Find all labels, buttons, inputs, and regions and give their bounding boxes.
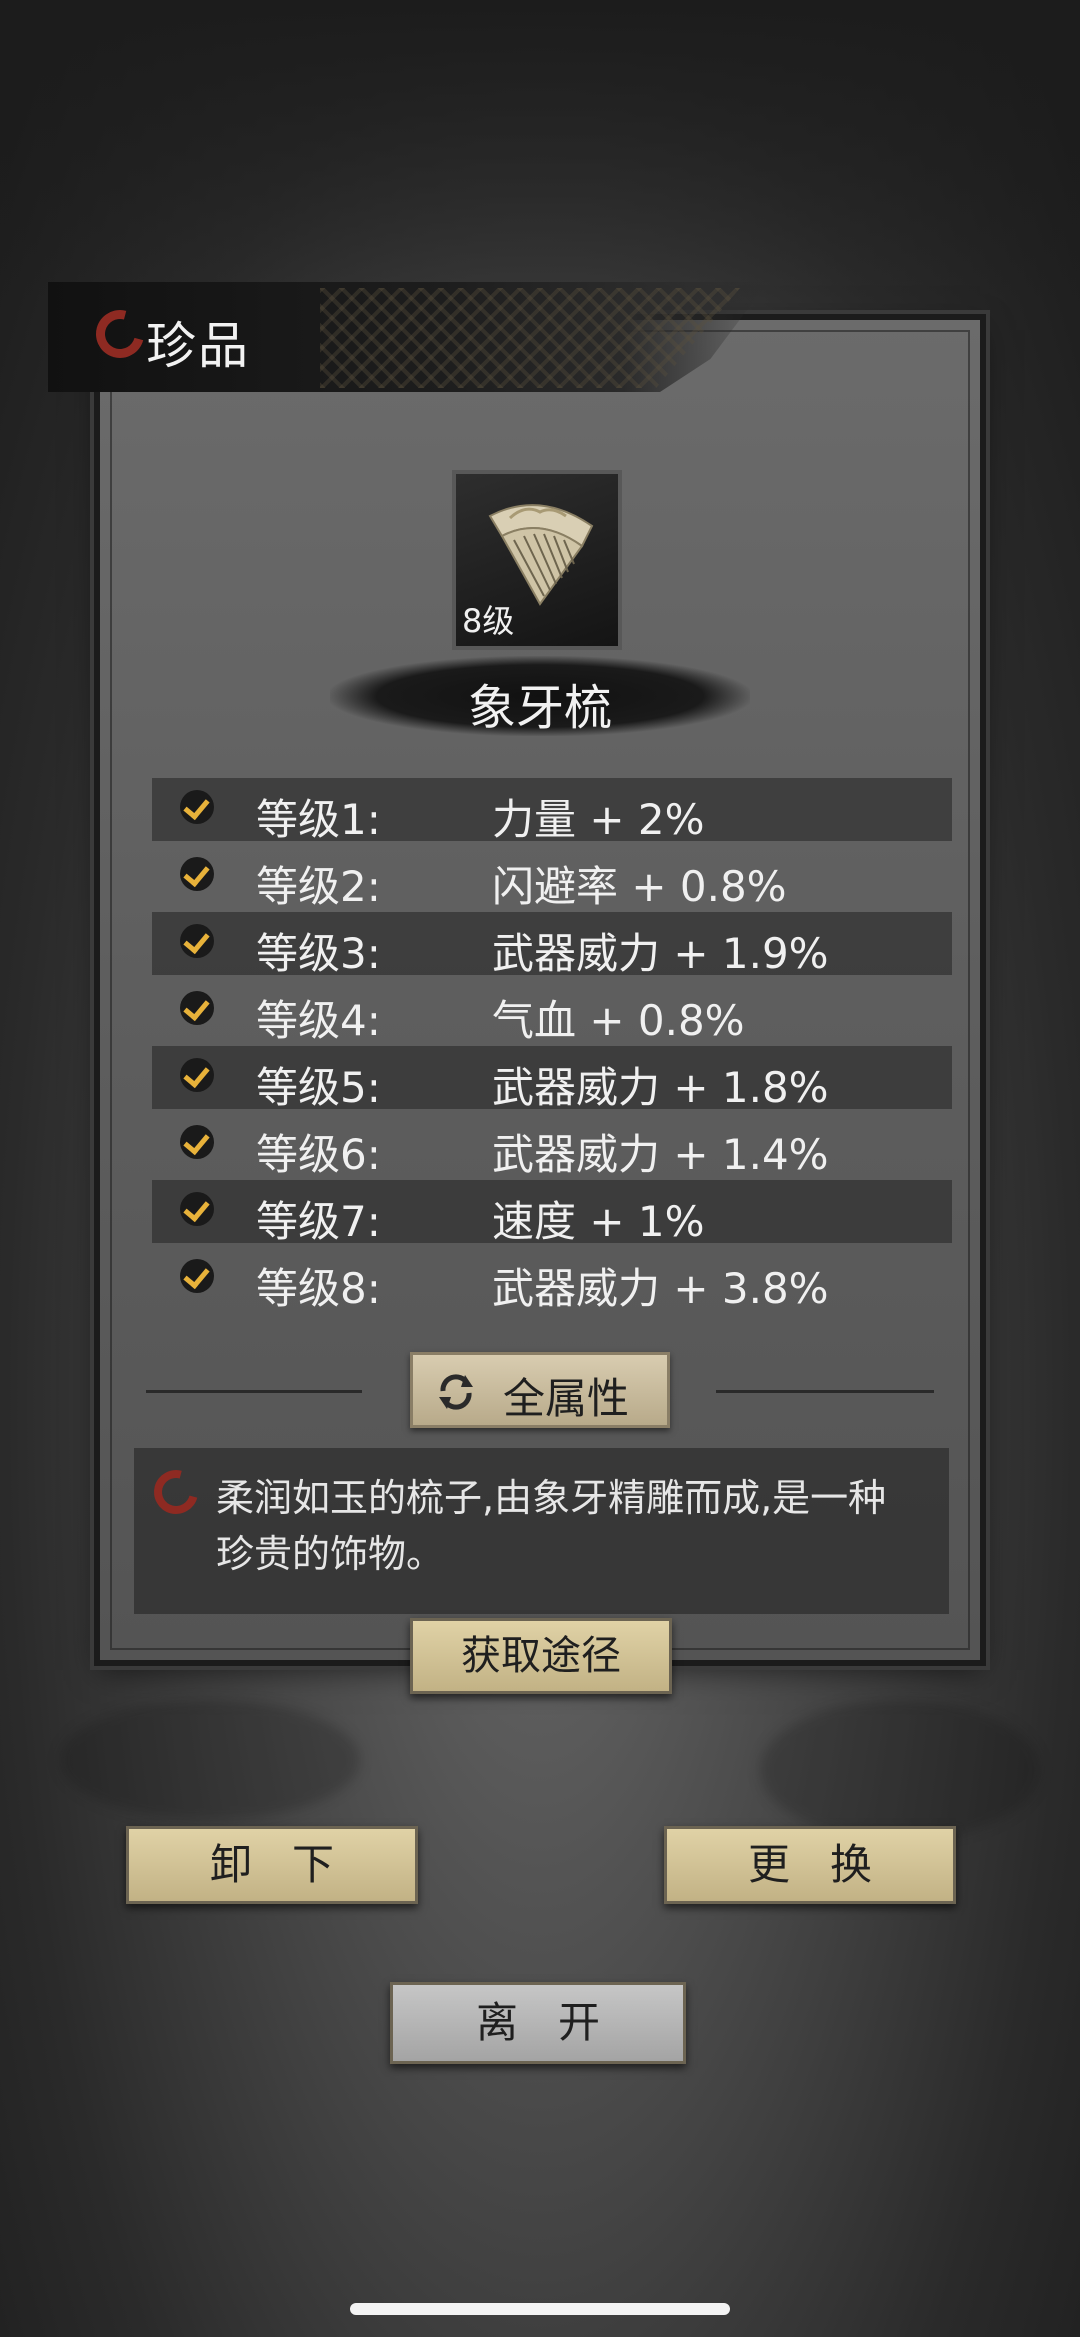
check-icon [180, 1058, 214, 1092]
item-level-badge: 8级 [462, 602, 515, 640]
check-icon [180, 790, 214, 824]
stat-row: 等级5: 武器威力 + 1.8% [152, 1046, 952, 1112]
panel-title: 珍品 [146, 317, 250, 375]
replace-button[interactable]: 更换 [664, 1826, 956, 1904]
all-attributes-label: 全属性 [503, 1374, 630, 1423]
stat-level: 等级6: [256, 1130, 381, 1179]
stat-level: 等级2: [256, 862, 381, 911]
check-icon [180, 991, 214, 1025]
stat-row: 等级6: 武器威力 + 1.4% [152, 1113, 952, 1179]
check-icon [180, 1259, 214, 1293]
stat-row: 等级4: 气血 + 0.8% [152, 979, 952, 1045]
stat-row: 等级2: 闪避率 + 0.8% [152, 845, 952, 911]
stat-level: 等级5: [256, 1063, 381, 1112]
stat-row: 等级8: 武器威力 + 3.8% [152, 1247, 952, 1313]
check-icon [180, 1125, 214, 1159]
stat-row: 等级1: 力量 + 2% [152, 778, 952, 844]
ink-circle-logo-icon [145, 1461, 207, 1523]
stat-value: 武器威力 + 1.8% [492, 1063, 829, 1112]
item-name: 象牙梳 [467, 680, 612, 736]
refresh-icon [439, 1374, 473, 1410]
check-icon [180, 924, 214, 958]
leave-button[interactable]: 离开 [390, 1982, 686, 2064]
stat-level: 等级4: [256, 996, 381, 1045]
check-icon [180, 857, 214, 891]
stat-level: 等级8: [256, 1264, 381, 1313]
home-indicator[interactable] [350, 2303, 730, 2315]
stats-list: 等级1: 力量 + 2% 等级2: 闪避率 + 0.8% 等级3: 武器威力 +… [152, 778, 952, 1314]
stat-value: 武器威力 + 1.9% [492, 929, 829, 978]
ink-splash [760, 1700, 1040, 1840]
stat-value: 武器威力 + 3.8% [492, 1264, 829, 1313]
stat-level: 等级1: [256, 795, 381, 844]
unequip-button[interactable]: 卸下 [126, 1826, 418, 1904]
stat-value: 气血 + 0.8% [492, 996, 745, 1045]
ivory-comb-icon [488, 504, 594, 606]
item-icon-slot[interactable]: 8级 [452, 470, 622, 650]
divider-left [146, 1390, 362, 1393]
stat-row: 等级3: 武器威力 + 1.9% [152, 912, 952, 978]
stat-value: 闪避率 + 0.8% [492, 862, 787, 911]
source-button[interactable]: 获取途径 [410, 1618, 672, 1694]
stat-level: 等级7: [256, 1197, 381, 1246]
divider-right [716, 1390, 934, 1393]
stat-row: 等级7: 速度 + 1% [152, 1180, 952, 1246]
background-top-shade [0, 0, 1080, 300]
item-description-box: 柔润如玉的梳子,由象牙精雕而成,是一种珍贵的饰物。 [134, 1448, 949, 1614]
stat-value: 力量 + 2% [492, 795, 705, 844]
stat-value: 武器威力 + 1.4% [492, 1130, 829, 1179]
ink-splash [60, 1700, 360, 1820]
check-icon [180, 1192, 214, 1226]
all-attributes-button[interactable]: 全属性 [410, 1352, 670, 1428]
stat-value: 速度 + 1% [492, 1197, 705, 1246]
item-description: 柔润如玉的梳子,由象牙精雕而成,是一种珍贵的饰物。 [216, 1476, 887, 1576]
stat-level: 等级3: [256, 929, 381, 978]
